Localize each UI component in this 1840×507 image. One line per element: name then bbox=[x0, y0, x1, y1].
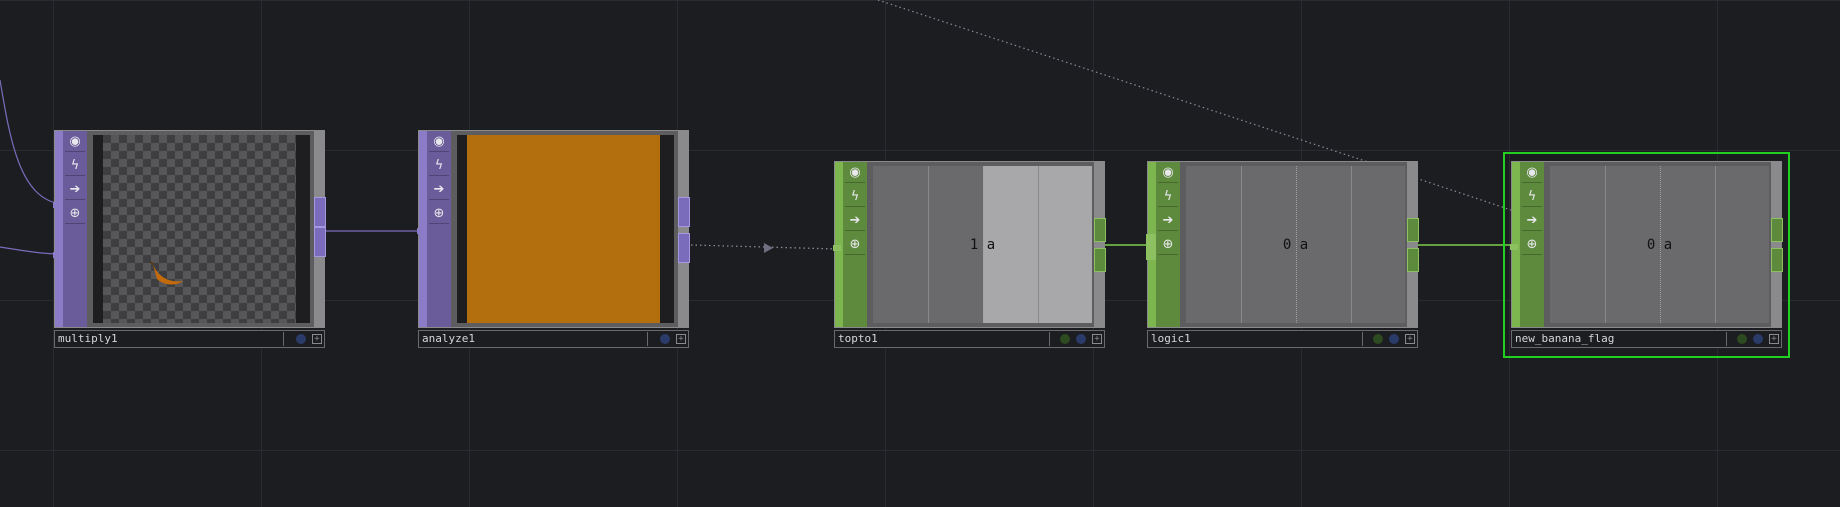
node-new-banana-flag[interactable]: ◉ ϟ ➔ ⊕ 0 a new_banana_flag + bbox=[1510, 161, 1783, 348]
node-labelbar[interactable]: logic1 + bbox=[1147, 330, 1418, 348]
channel-value: 1 a bbox=[873, 237, 1092, 253]
render-flag-icon[interactable]: + bbox=[312, 334, 322, 344]
output-connector-2[interactable] bbox=[678, 233, 690, 263]
channel-viewer[interactable]: 1 a bbox=[873, 166, 1092, 323]
viewer-toggle-icon[interactable]: ◉ bbox=[845, 163, 865, 183]
output-connector[interactable] bbox=[314, 197, 326, 227]
viewer-toggle-icon[interactable]: ◉ bbox=[1158, 163, 1178, 183]
cook-lightning-icon[interactable]: ϟ bbox=[65, 156, 85, 176]
node-viewer[interactable] bbox=[457, 135, 674, 323]
channel-value: 0 a bbox=[1550, 237, 1769, 253]
node-topto1[interactable]: ◉ ϟ ➔ ⊕ 1 a topto1 + bbox=[833, 161, 1106, 348]
node-body[interactable]: ◉ ϟ ➔ ⊕ bbox=[53, 130, 326, 328]
node-viewer[interactable] bbox=[93, 135, 310, 323]
node-body[interactable]: ◉ ϟ ➔ ⊕ 1 a bbox=[833, 161, 1106, 328]
lock-icon[interactable]: ⊕ bbox=[845, 235, 865, 255]
value-number: 0 bbox=[1646, 236, 1656, 253]
value-number: 0 bbox=[1282, 236, 1292, 253]
cook-lightning-icon[interactable]: ϟ bbox=[1522, 187, 1542, 207]
channel-name: a bbox=[1299, 236, 1309, 253]
display-flag-icon[interactable] bbox=[1753, 334, 1763, 344]
node-name[interactable]: new_banana_flag bbox=[1514, 332, 1727, 346]
render-flag-icon[interactable]: + bbox=[1405, 334, 1415, 344]
export-arrow-icon[interactable]: ➔ bbox=[1158, 211, 1178, 231]
output-connector-2[interactable] bbox=[314, 227, 326, 257]
channel-viewer[interactable]: 0 a bbox=[1550, 166, 1769, 323]
lock-icon[interactable]: ⊕ bbox=[429, 204, 449, 224]
node-right-rail bbox=[1771, 162, 1781, 327]
node-multiply1[interactable]: ◉ ϟ ➔ ⊕ multiply1 + bbox=[53, 130, 326, 348]
node-right-rail bbox=[1407, 162, 1417, 327]
input-connector[interactable] bbox=[417, 228, 425, 234]
cook-lightning-icon[interactable]: ϟ bbox=[1158, 187, 1178, 207]
display-flag-icon[interactable] bbox=[660, 334, 670, 344]
output-connector[interactable] bbox=[1407, 218, 1419, 242]
channel-value: 0 a bbox=[1186, 237, 1405, 253]
display-flag-icon[interactable] bbox=[1076, 334, 1086, 344]
node-logic1[interactable]: ◉ ϟ ➔ ⊕ 0 a logic1 + bbox=[1146, 161, 1419, 348]
input-connector[interactable] bbox=[833, 245, 841, 251]
lock-icon[interactable]: ⊕ bbox=[1158, 235, 1178, 255]
node-body[interactable]: ◉ ϟ ➔ ⊕ 0 a bbox=[1146, 161, 1419, 328]
render-flag-icon[interactable]: + bbox=[1769, 334, 1779, 344]
cook-lightning-icon[interactable]: ϟ bbox=[845, 187, 865, 207]
channel-name: a bbox=[1663, 236, 1673, 253]
output-connector[interactable] bbox=[678, 197, 690, 227]
viewer-toggle-icon[interactable]: ◉ bbox=[65, 132, 85, 152]
node-labelbar[interactable]: analyze1 + bbox=[418, 330, 689, 348]
output-connector-2[interactable] bbox=[1407, 248, 1419, 272]
bypass-flag-icon[interactable] bbox=[1373, 334, 1383, 344]
bypass-flag-icon[interactable] bbox=[1060, 334, 1070, 344]
node-name[interactable]: multiply1 bbox=[57, 332, 284, 346]
export-arrow-icon[interactable]: ➔ bbox=[1522, 211, 1542, 231]
node-body[interactable]: ◉ ϟ ➔ ⊕ 0 a bbox=[1510, 161, 1783, 328]
node-analyze1[interactable]: ◉ ϟ ➔ ⊕ analyze1 + bbox=[417, 130, 690, 348]
viewer-toggle-icon[interactable]: ◉ bbox=[429, 132, 449, 152]
display-flag-icon[interactable] bbox=[296, 334, 306, 344]
channel-viewer[interactable]: 0 a bbox=[1186, 166, 1405, 323]
bypass-flag-icon[interactable] bbox=[1737, 334, 1747, 344]
output-connector[interactable] bbox=[1094, 218, 1106, 242]
value-number: 1 bbox=[969, 236, 979, 253]
output-connector[interactable] bbox=[1771, 218, 1783, 242]
export-arrow-icon[interactable]: ➔ bbox=[65, 180, 85, 200]
solid-color-preview bbox=[467, 135, 660, 323]
node-name[interactable]: topto1 bbox=[837, 332, 1050, 346]
input-connector[interactable] bbox=[1146, 234, 1156, 260]
node-body[interactable]: ◉ ϟ ➔ ⊕ bbox=[417, 130, 690, 328]
banana-preview bbox=[150, 261, 183, 285]
export-arrow-icon[interactable]: ➔ bbox=[429, 180, 449, 200]
node-right-rail bbox=[1094, 162, 1104, 327]
channel-name: a bbox=[986, 236, 996, 253]
input-connector-2[interactable] bbox=[53, 252, 61, 258]
display-flag-icon[interactable] bbox=[1389, 334, 1399, 344]
viewer-toggle-icon[interactable]: ◉ bbox=[1522, 163, 1542, 183]
node-sidebar: ◉ ϟ ➔ ⊕ bbox=[55, 131, 87, 327]
node-name[interactable]: logic1 bbox=[1150, 332, 1363, 346]
input-connector[interactable] bbox=[1510, 244, 1518, 250]
render-flag-icon[interactable]: + bbox=[676, 334, 686, 344]
node-labelbar[interactable]: multiply1 + bbox=[54, 330, 325, 348]
node-labelbar[interactable]: new_banana_flag + bbox=[1511, 330, 1782, 348]
node-labelbar[interactable]: topto1 + bbox=[834, 330, 1105, 348]
node-name[interactable]: analyze1 bbox=[421, 332, 648, 346]
output-connector-2[interactable] bbox=[1771, 248, 1783, 272]
export-arrow-icon[interactable]: ➔ bbox=[845, 211, 865, 231]
lock-icon[interactable]: ⊕ bbox=[1522, 235, 1542, 255]
output-connector-2[interactable] bbox=[1094, 248, 1106, 272]
wire-input-to-multiply1-a[interactable] bbox=[0, 79, 63, 205]
render-flag-icon[interactable]: + bbox=[1092, 334, 1102, 344]
wire-arrow-icon bbox=[764, 243, 773, 253]
node-right-rail bbox=[678, 131, 688, 327]
cook-lightning-icon[interactable]: ϟ bbox=[429, 156, 449, 176]
input-connector[interactable] bbox=[53, 202, 61, 208]
lock-icon[interactable]: ⊕ bbox=[65, 204, 85, 224]
